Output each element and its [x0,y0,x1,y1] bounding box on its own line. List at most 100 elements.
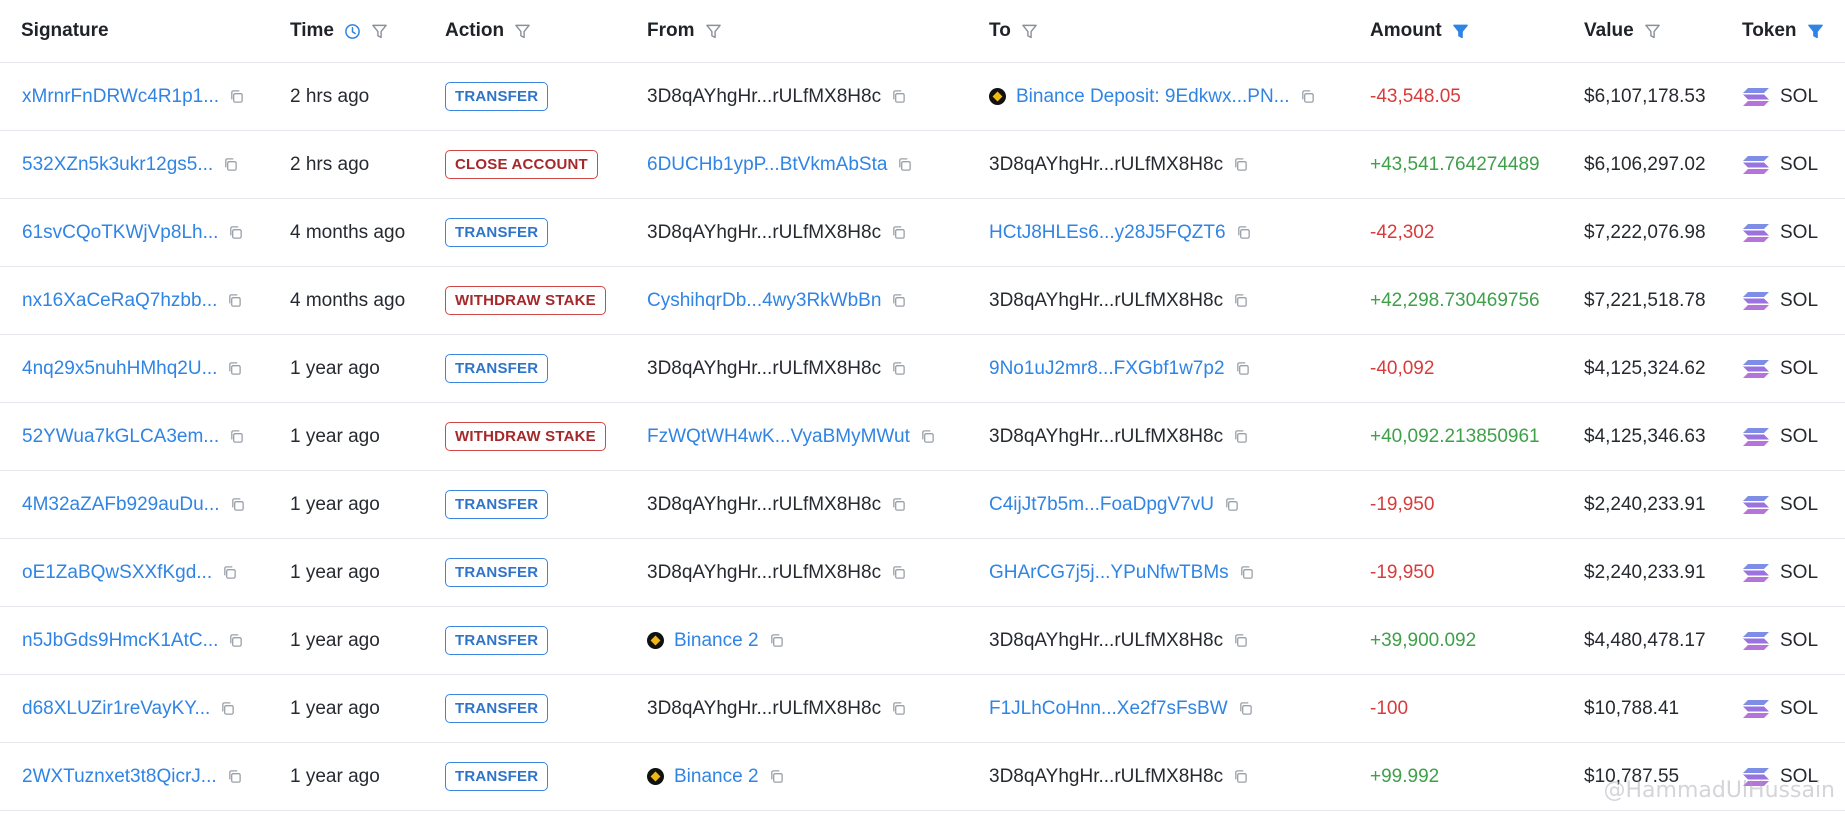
from-address[interactable]: 3D8qAYhgHr...rULfMX8H8c [647,494,881,516]
signature-link[interactable]: 4nq29x5nuhHMhq2U... [22,358,217,380]
copy-icon[interactable] [1224,497,1239,512]
action-badge: TRANSFER [445,558,549,587]
from-cell: 6DUCHb1ypP...BtVkmAbSta [647,154,989,176]
copy-icon[interactable] [228,633,243,648]
from-address[interactable]: Binance 2 [674,766,759,788]
from-address[interactable]: 3D8qAYhgHr...rULfMX8H8c [647,86,881,108]
solana-icon [1742,291,1770,311]
copy-icon[interactable] [1236,225,1251,240]
to-cell: HCtJ8HLEs6...y28J5FQZT6 [989,222,1370,244]
copy-icon[interactable] [223,157,238,172]
copy-icon[interactable] [1233,293,1248,308]
copy-icon[interactable] [769,769,784,784]
copy-icon[interactable] [891,89,906,104]
signature-link[interactable]: 52YWua7kGLCA3em... [22,426,219,448]
copy-icon[interactable] [227,769,242,784]
signature-link[interactable]: nx16XaCeRaQ7hzbb... [22,290,217,312]
from-address[interactable]: Binance 2 [674,630,759,652]
token-cell: SOL [1742,426,1845,448]
token-name: SOL [1780,425,1819,447]
signature-link[interactable]: oE1ZaBQwSXXfKgd... [22,562,212,584]
to-address[interactable]: 3D8qAYhgHr...rULfMX8H8c [989,290,1223,312]
to-address[interactable]: F1JLhCoHnn...Xe2f7sFsBW [989,698,1228,720]
filter-active-icon[interactable] [1807,23,1824,40]
copy-icon[interactable] [1300,89,1315,104]
action-badge: TRANSFER [445,694,549,723]
copy-icon[interactable] [1239,565,1254,580]
from-address[interactable]: FzWQtWH4wK...VyaBMyMWut [647,426,910,448]
to-address[interactable]: 3D8qAYhgHr...rULfMX8H8c [989,630,1223,652]
copy-icon[interactable] [891,293,906,308]
copy-icon[interactable] [897,157,912,172]
copy-icon[interactable] [222,565,237,580]
copy-icon[interactable] [1233,157,1248,172]
to-address[interactable]: HCtJ8HLEs6...y28J5FQZT6 [989,222,1226,244]
solana-icon [1742,427,1770,447]
from-address[interactable]: 3D8qAYhgHr...rULfMX8H8c [647,358,881,380]
to-address[interactable]: GHArCG7j5j...YPuNfwTBMs [989,562,1229,584]
from-address[interactable]: 3D8qAYhgHr...rULfMX8H8c [647,222,881,244]
action-cell: WITHDRAW STAKE [445,422,647,451]
signature-cell: n5JbGds9HmcK1AtC... [0,630,290,652]
clock-icon[interactable] [344,23,361,40]
time-cell: 1 year ago [290,697,380,719]
from-address[interactable]: 3D8qAYhgHr...rULfMX8H8c [647,698,881,720]
solana-icon [1742,223,1770,243]
filter-active-icon[interactable] [1452,23,1469,40]
copy-icon[interactable] [891,225,906,240]
copy-icon[interactable] [891,361,906,376]
copy-icon[interactable] [769,633,784,648]
copy-icon[interactable] [1235,361,1250,376]
action-badge: TRANSFER [445,762,549,791]
signature-link[interactable]: d68XLUZir1reVayKY... [22,698,210,720]
table-row: xMrnrFnDRWc4R1p1... 2 hrs ago TRANSFER 3… [0,63,1845,131]
signature-cell: nx16XaCeRaQ7hzbb... [0,290,290,312]
binance-icon [989,88,1006,105]
copy-icon[interactable] [920,429,935,444]
filter-icon[interactable] [514,23,531,40]
signature-cell: 4M32aZAFb929auDu... [0,494,290,516]
to-address[interactable]: 9No1uJ2mr8...FXGbf1w7p2 [989,358,1225,380]
filter-icon[interactable] [1021,23,1038,40]
amount-cell: -19,950 [1370,493,1435,515]
copy-icon[interactable] [227,293,242,308]
copy-icon[interactable] [891,565,906,580]
from-address[interactable]: 6DUCHb1ypP...BtVkmAbSta [647,154,887,176]
signature-link[interactable]: 4M32aZAFb929auDu... [22,494,220,516]
copy-icon[interactable] [1238,701,1253,716]
signature-link[interactable]: xMrnrFnDRWc4R1p1... [22,86,219,108]
action-cell: TRANSFER [445,354,647,383]
filter-icon[interactable] [705,23,722,40]
from-cell: 3D8qAYhgHr...rULfMX8H8c [647,494,989,516]
signature-link[interactable]: 61svCQoTKWjVp8Lh... [22,222,218,244]
copy-icon[interactable] [1233,633,1248,648]
signature-link[interactable]: n5JbGds9HmcK1AtC... [22,630,218,652]
copy-icon[interactable] [891,497,906,512]
filter-icon[interactable] [371,23,388,40]
copy-icon[interactable] [1233,429,1248,444]
signature-link[interactable]: 532XZn5k3ukr12gs5... [22,154,213,176]
to-address[interactable]: 3D8qAYhgHr...rULfMX8H8c [989,766,1223,788]
copy-icon[interactable] [229,89,244,104]
value-cell: $6,107,178.53 [1584,85,1706,107]
copy-icon[interactable] [891,701,906,716]
to-address[interactable]: Binance Deposit: 9Edkwx...PN... [1016,86,1290,108]
to-cell: F1JLhCoHnn...Xe2f7sFsBW [989,698,1370,720]
from-address[interactable]: CyshihqrDb...4wy3RkWbBn [647,290,881,312]
signature-cell: 4nq29x5nuhHMhq2U... [0,358,290,380]
signature-link[interactable]: 2WXTuznxet3t8QicrJ... [22,766,217,788]
filter-icon[interactable] [1644,23,1661,40]
to-address[interactable]: 3D8qAYhgHr...rULfMX8H8c [989,426,1223,448]
copy-icon[interactable] [228,225,243,240]
copy-icon[interactable] [220,701,235,716]
from-address[interactable]: 3D8qAYhgHr...rULfMX8H8c [647,562,881,584]
from-cell: Binance 2 [647,630,989,652]
to-address[interactable]: C4ijJt7b5m...FoaDpgV7vU [989,494,1214,516]
copy-icon[interactable] [227,361,242,376]
token-cell: SOL [1742,494,1845,516]
copy-icon[interactable] [229,429,244,444]
copy-icon[interactable] [1233,769,1248,784]
copy-icon[interactable] [230,497,245,512]
time-cell: 1 year ago [290,765,380,787]
to-address[interactable]: 3D8qAYhgHr...rULfMX8H8c [989,154,1223,176]
